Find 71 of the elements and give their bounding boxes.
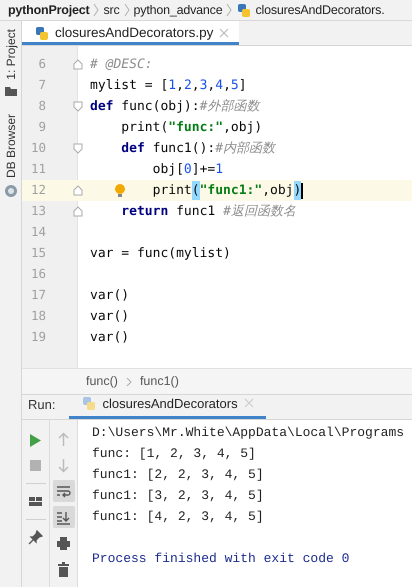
line-number: 13 (30, 202, 46, 220)
close-icon[interactable] (244, 398, 254, 408)
line-number: 6 (37, 55, 46, 74)
code-line: return func1 #返回函数名 (120, 202, 296, 221)
python-icon (81, 396, 96, 411)
scroll-to-end-toggle[interactable] (52, 506, 74, 528)
scroll-to-end-icon (56, 510, 71, 524)
panel-label: Run: (27, 396, 56, 414)
code-line: var() (89, 328, 130, 347)
line-number: 14 (30, 223, 46, 242)
database-icon[interactable] (4, 184, 18, 198)
breadcrumb-item[interactable]: python_advance (134, 0, 222, 20)
run-tab[interactable]: closuresAndDecorators (69, 394, 266, 419)
code-line: print("func1:",obj) (84, 180, 304, 201)
breadcrumb-item[interactable]: closuresAndDecorators. (255, 0, 384, 20)
folder-icon[interactable] (4, 86, 16, 96)
editor-tab[interactable]: closuresAndDecorators.py (22, 21, 240, 45)
breadcrumb-item[interactable]: src (103, 0, 120, 20)
fold-marker-icon[interactable] (73, 143, 83, 154)
line-number: 11 (30, 160, 46, 178)
console-line: func1: [3, 2, 3, 4, 5] (92, 486, 264, 505)
line-number: 12 (30, 181, 46, 200)
layout-icon[interactable] (28, 494, 43, 509)
up-arrow-icon (56, 432, 71, 446)
chevron-icon (126, 376, 132, 388)
line-number: 18 (30, 307, 46, 326)
console-line: D:\Users\Mr.White\AppData\Local\Programs (92, 424, 404, 442)
run-icon[interactable] (28, 433, 43, 448)
line-number: 17 (30, 286, 46, 304)
down-arrow-icon (56, 458, 71, 472)
code-line: var() (89, 308, 130, 326)
line-number: 16 (30, 265, 46, 284)
code-line: var = func(mylist) (89, 244, 231, 263)
console-line: func: [1, 2, 3, 4, 5] (92, 444, 256, 463)
line-number: 19 (30, 328, 46, 346)
code-line: mylist = [1,2,3,4,5] (89, 76, 247, 95)
line-number: 8 (37, 97, 46, 116)
console-line: func1: [2, 2, 3, 4, 5] (92, 466, 264, 484)
fold-marker-icon[interactable] (73, 101, 83, 112)
fold-marker-icon[interactable] (73, 185, 83, 196)
tool-window-tab[interactable]: 1: Project (2, 29, 20, 80)
code-line: def func(obj):#外部函数 (89, 98, 260, 116)
console-line: Process finished with exit code 0 (92, 550, 350, 568)
trash-icon (56, 562, 71, 576)
line-number: 7 (37, 76, 46, 94)
tool-window-tab[interactable]: DB Browser (2, 114, 20, 178)
breadcrumb-item[interactable]: pythonProject (8, 0, 90, 20)
chevron-icon (93, 3, 100, 17)
fold-marker-icon[interactable] (73, 59, 83, 70)
line-number: 9 (37, 118, 46, 136)
code-line: print("func:",obj) (120, 118, 262, 137)
chevron-icon (226, 3, 232, 17)
pin-icon[interactable] (28, 530, 43, 545)
text-cursor (301, 182, 304, 198)
line-number: 10 (30, 139, 46, 158)
code-line: # @DESC: (89, 56, 153, 74)
wrap-lines-icon (56, 484, 71, 498)
code-line: var() (89, 286, 130, 305)
chevron-icon (124, 3, 130, 17)
structure-crumb[interactable]: func() (86, 372, 118, 391)
fold-marker-icon[interactable] (73, 206, 83, 217)
line-number: 15 (30, 244, 46, 262)
python-file-icon (34, 26, 49, 40)
lightbulb-icon[interactable] (114, 183, 126, 198)
wrap-lines-toggle[interactable] (52, 480, 74, 502)
python-file-icon (236, 2, 252, 18)
close-icon[interactable] (219, 28, 230, 38)
code-line: def func1():#内部函数 (120, 140, 276, 158)
console-line: func1: [4, 2, 3, 4, 5] (92, 508, 264, 526)
structure-crumb[interactable]: func1() (140, 372, 179, 391)
code-line: obj[0]+=1 (152, 160, 224, 179)
